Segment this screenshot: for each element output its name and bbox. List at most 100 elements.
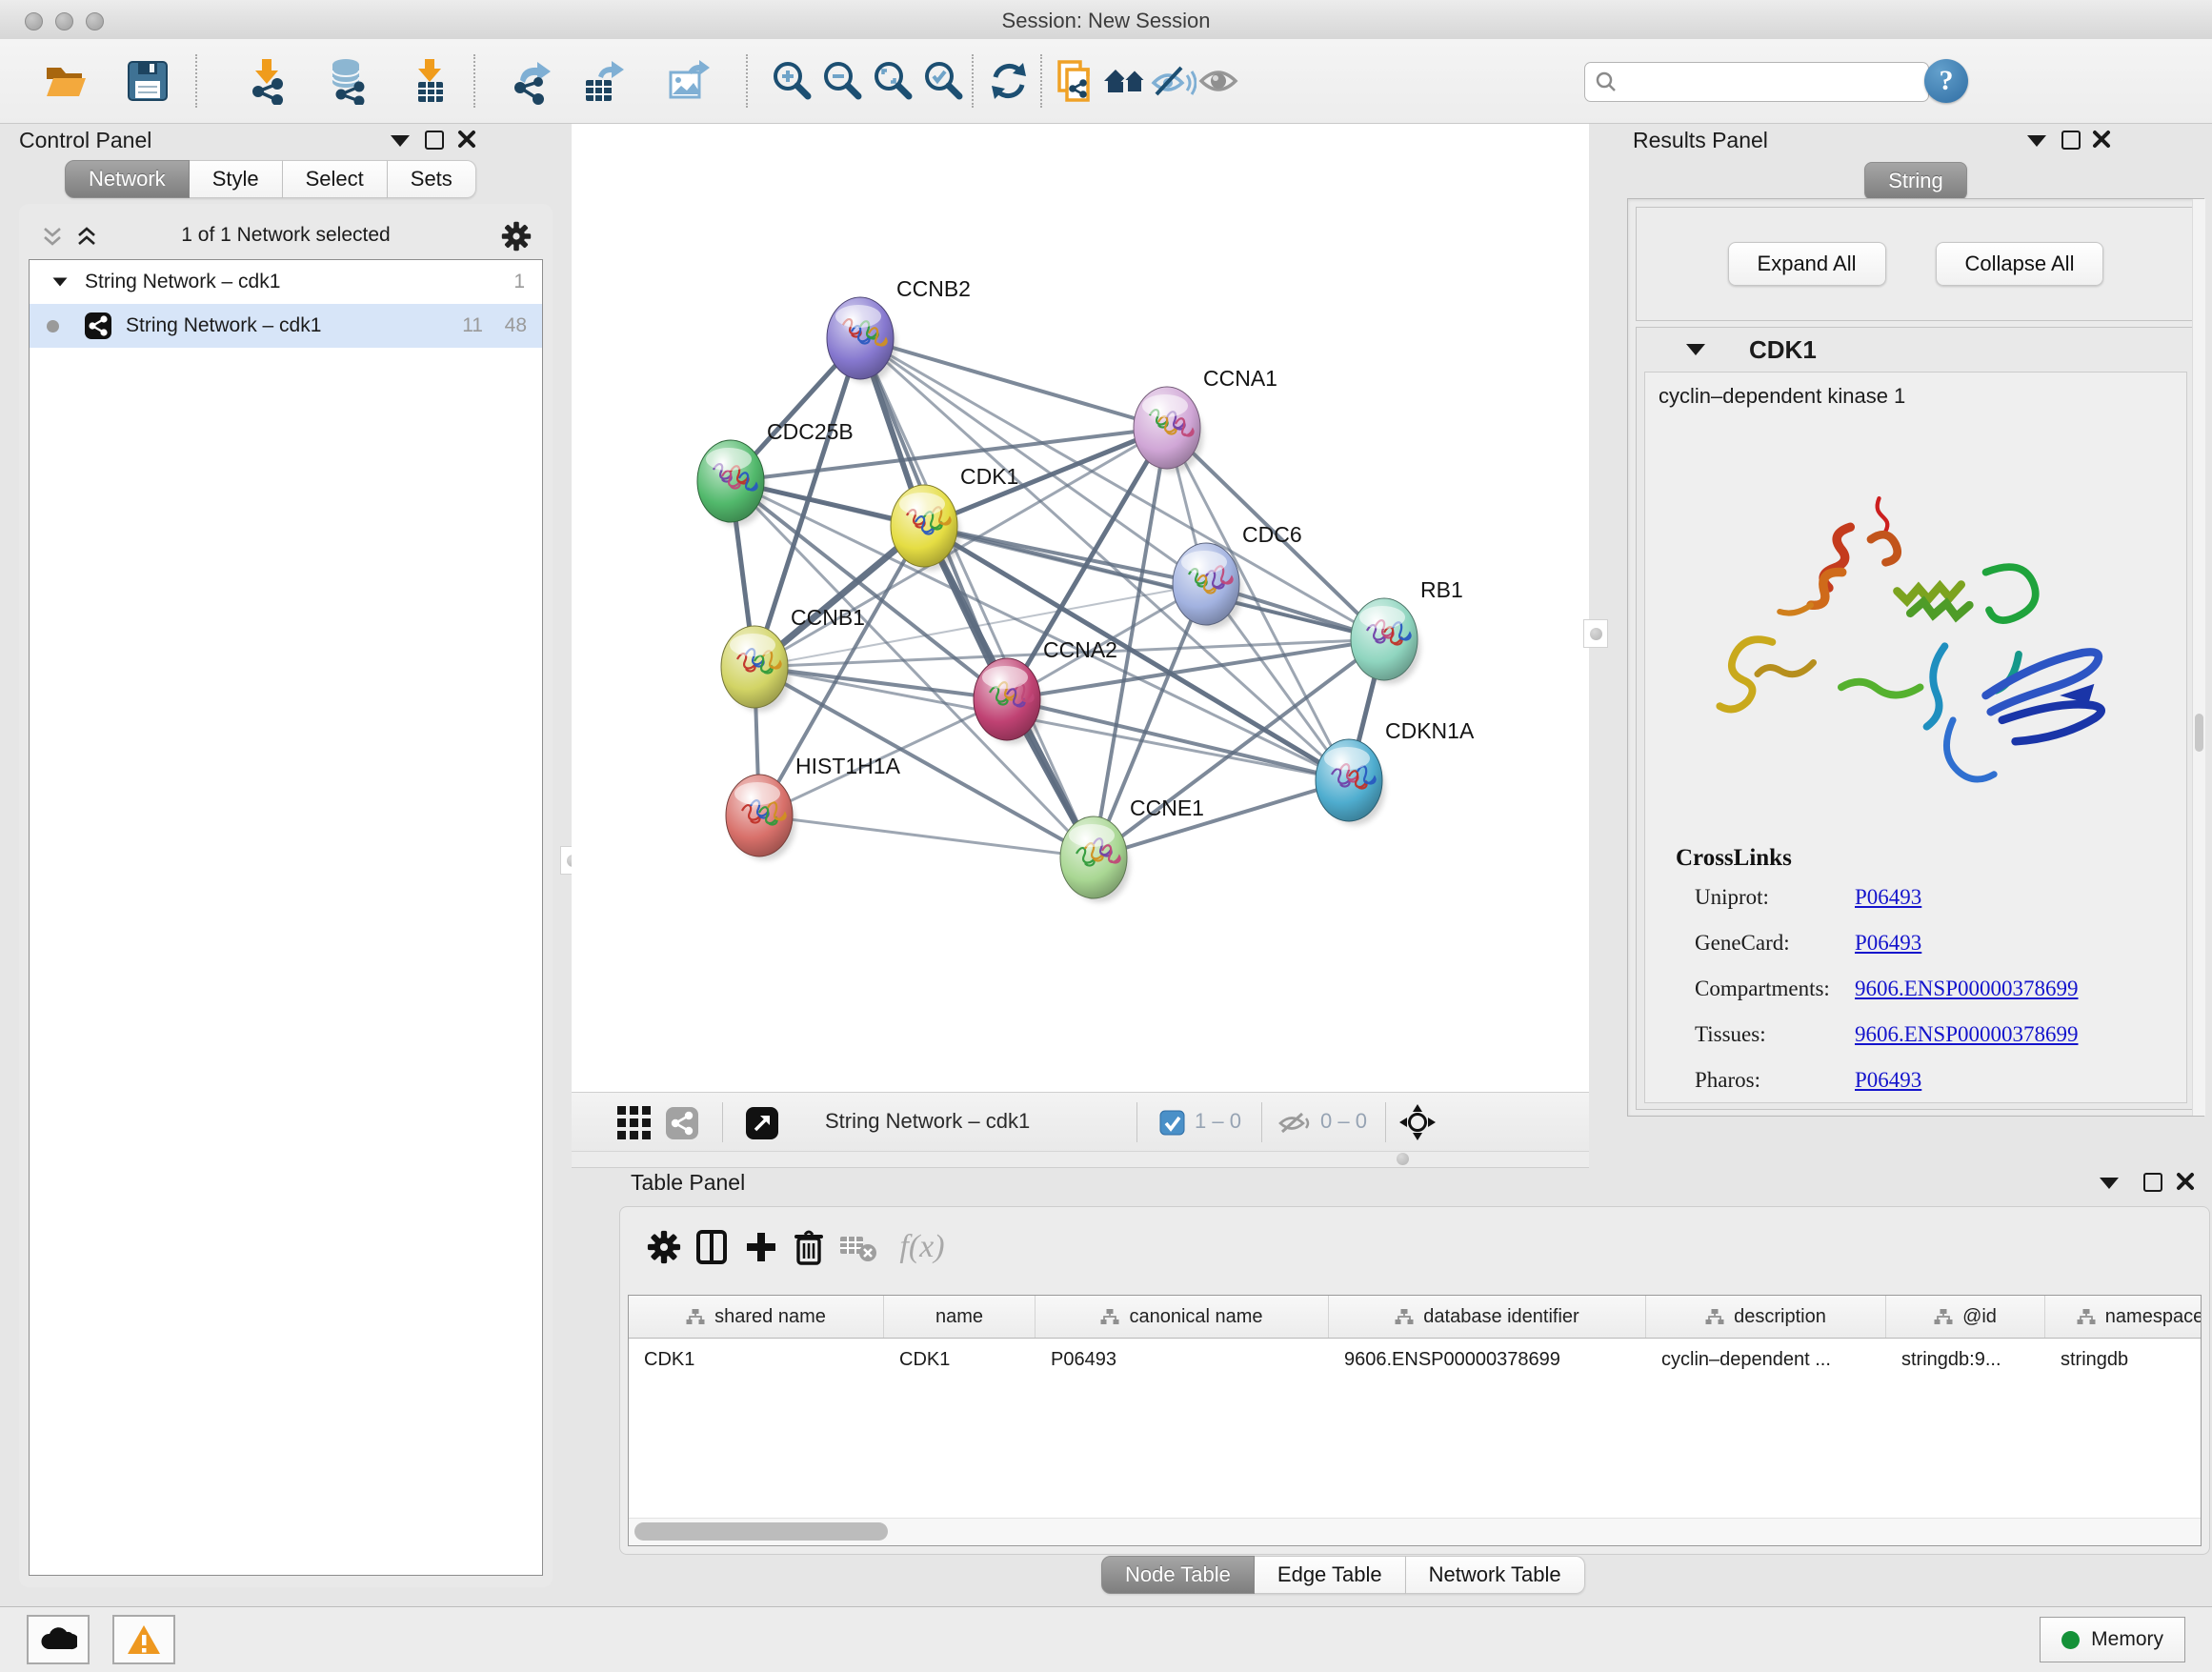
network-node-CCNE1[interactable]: CCNE1: [1060, 796, 1204, 902]
delete-column-trash-icon[interactable]: [788, 1224, 830, 1270]
tab-node-table[interactable]: Node Table: [1101, 1556, 1255, 1594]
toolbar-separator: [1136, 1102, 1137, 1142]
import-network-database-icon[interactable]: [325, 56, 372, 106]
results-scrollbar[interactable]: [2192, 199, 2205, 1116]
close-panel-icon[interactable]: [457, 130, 476, 149]
network-collection-row[interactable]: String Network – cdk1 1: [30, 260, 542, 304]
network-edge[interactable]: [860, 338, 1094, 857]
collection-expand-icon[interactable]: [53, 278, 68, 287]
crosslink-link[interactable]: P06493: [1855, 1068, 1921, 1092]
crosslink-link[interactable]: 9606.ENSP00000378699: [1855, 977, 2079, 1000]
tab-network-table[interactable]: Network Table: [1406, 1556, 1585, 1594]
close-panel-icon[interactable]: [2092, 130, 2111, 149]
cloud-status-button[interactable]: [27, 1615, 90, 1664]
show-columns-icon[interactable]: [691, 1224, 733, 1270]
column-header-canonical-name[interactable]: canonical name: [1036, 1296, 1329, 1338]
scrollbar-thumb[interactable]: [634, 1522, 888, 1541]
network-options-gear-icon[interactable]: [501, 221, 532, 256]
zoom-out-icon[interactable]: [818, 56, 866, 106]
add-column-icon[interactable]: [740, 1224, 782, 1270]
expand-all-button[interactable]: Expand All: [1728, 242, 1886, 286]
grid-view-icon[interactable]: [617, 1106, 652, 1140]
export-image-icon[interactable]: [664, 56, 712, 106]
network-view-toolbar: String Network – cdk1 1 – 0 0 – 0: [572, 1092, 1589, 1152]
network-overview-homes-icon[interactable]: [1101, 56, 1149, 106]
import-table-file-icon[interactable]: [406, 56, 453, 106]
selected-checkbox-icon[interactable]: [1159, 1110, 1185, 1136]
node-label: CDC25B: [767, 419, 854, 444]
tab-edge-table[interactable]: Edge Table: [1255, 1556, 1406, 1594]
control-panel-tabs: NetworkStyleSelectSets: [65, 160, 476, 198]
network-node-RB1[interactable]: RB1: [1351, 577, 1463, 684]
column-header-name[interactable]: name: [884, 1296, 1036, 1338]
show-eye-icon[interactable]: [1196, 56, 1244, 106]
crosslink-link[interactable]: 9606.ENSP00000378699: [1855, 1022, 2079, 1046]
zoom-selected-icon[interactable]: [919, 56, 967, 106]
undock-panel-icon[interactable]: [2143, 1173, 2162, 1192]
right-splitter-handle[interactable]: [1583, 619, 1608, 648]
gene-description: cyclin–dependent kinase 1: [1659, 384, 1905, 409]
undock-panel-icon[interactable]: [2061, 131, 2081, 150]
network-share-view-icon[interactable]: [665, 1106, 699, 1140]
float-panel-icon[interactable]: [2027, 135, 2046, 147]
table-tabs: Node TableEdge TableNetwork Table: [1101, 1556, 1585, 1594]
open-session-icon[interactable]: [42, 56, 90, 106]
help-button[interactable]: ?: [1924, 59, 1968, 103]
fit-selected-crosshair-icon[interactable]: [1398, 1103, 1437, 1141]
network-file-manager-icon[interactable]: [1052, 56, 1099, 106]
gene-collapse-icon[interactable]: [1686, 344, 1705, 355]
column-header-label: namespace: [2105, 1306, 2202, 1328]
float-panel-icon[interactable]: [2100, 1178, 2119, 1189]
network-node-CCNA1[interactable]: CCNA1: [1134, 366, 1277, 473]
warnings-button[interactable]: [112, 1615, 175, 1664]
export-network-icon[interactable]: [508, 56, 555, 106]
table-row[interactable]: CDK1CDK1P064939606.ENSP00000378699cyclin…: [629, 1339, 2201, 1380]
save-session-icon[interactable]: [124, 56, 171, 106]
table-horizontal-scrollbar[interactable]: [629, 1518, 2201, 1545]
column-header-id[interactable]: @id: [1886, 1296, 2045, 1338]
search-input[interactable]: [1584, 62, 1929, 102]
crosslink-row: Tissues:9606.ENSP00000378699: [1695, 1022, 2171, 1055]
node-label: CCNA1: [1203, 366, 1277, 391]
network-row-selected[interactable]: String Network – cdk1 11 48: [30, 304, 542, 348]
undock-panel-icon[interactable]: [425, 131, 444, 150]
close-panel-icon[interactable]: [2176, 1172, 2195, 1191]
network-edge[interactable]: [860, 338, 1167, 428]
float-panel-icon[interactable]: [391, 135, 410, 147]
export-table-icon[interactable]: [580, 56, 628, 106]
search-field[interactable]: [1625, 71, 1919, 94]
crosslink-link[interactable]: P06493: [1855, 885, 1921, 909]
function-builder-icon[interactable]: f(x): [889, 1224, 955, 1270]
crosslink-link[interactable]: P06493: [1855, 931, 1921, 955]
refresh-icon[interactable]: [985, 56, 1033, 106]
network-node-CCNB1[interactable]: CCNB1: [721, 605, 865, 712]
protein-structure-image: [1674, 439, 2150, 820]
table-options-gear-icon[interactable]: [643, 1224, 685, 1270]
network-node-CDKN1A[interactable]: CDKN1A: [1316, 718, 1475, 825]
network-node-HIST1H1A[interactable]: HIST1H1A: [726, 754, 901, 860]
tab-sets[interactable]: Sets: [388, 160, 476, 198]
tab-network[interactable]: Network: [65, 160, 190, 198]
tab-string[interactable]: String: [1864, 162, 1966, 200]
network-node-CDC25B[interactable]: CDC25B: [697, 419, 854, 526]
tab-select[interactable]: Select: [283, 160, 388, 198]
hide-panels-eye-icon[interactable]: [1149, 56, 1196, 106]
column-header-namespace[interactable]: namespace: [2045, 1296, 2202, 1338]
network-edge[interactable]: [759, 816, 1094, 857]
zoom-fit-icon[interactable]: [869, 56, 916, 106]
toolbar-separator: [972, 54, 974, 108]
collapse-all-button[interactable]: Collapse All: [1936, 242, 2104, 286]
warning-icon: [126, 1623, 162, 1656]
memory-status-dot: [2061, 1631, 2080, 1649]
memory-button[interactable]: Memory: [2040, 1617, 2185, 1662]
network-node-CCNA2[interactable]: CCNA2: [974, 637, 1117, 744]
zoom-in-icon[interactable]: [768, 56, 815, 106]
delete-table-icon[interactable]: [837, 1224, 879, 1270]
column-header-database-identifier[interactable]: database identifier: [1329, 1296, 1646, 1338]
column-header-description[interactable]: description: [1646, 1296, 1886, 1338]
tab-style[interactable]: Style: [190, 160, 283, 198]
column-header-shared-name[interactable]: shared name: [629, 1296, 884, 1338]
network-canvas[interactable]: CCNB2CCNA1CDC25BCDK1CDC6RB1CCNB1CCNA2CDK…: [572, 124, 1589, 1092]
birdseye-view-icon[interactable]: [745, 1106, 779, 1140]
import-network-file-icon[interactable]: [244, 56, 292, 106]
